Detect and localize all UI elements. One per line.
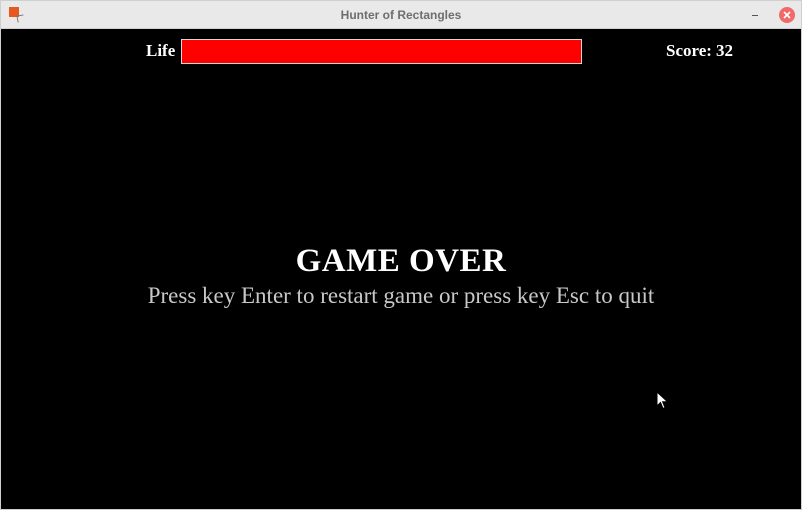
life-bar-fill (182, 40, 581, 63)
score-display: Score: 32 (666, 41, 733, 61)
life-label: Life (146, 41, 176, 60)
life-bar (181, 39, 582, 64)
title-bar[interactable]: Hunter of Rectangles (1, 1, 801, 29)
app-window: Hunter of Rectangles Life Score: 32 GAME … (0, 0, 802, 510)
score-label: Score: (666, 41, 712, 60)
mouse-cursor-icon (656, 391, 669, 410)
score-value: 32 (715, 41, 733, 60)
close-icon[interactable] (779, 7, 795, 23)
minimize-icon[interactable] (747, 7, 763, 23)
restart-instructions: Press key Enter to restart game or press… (147, 283, 655, 308)
game-over-title: GAME OVER (295, 243, 507, 279)
window-title: Hunter of Rectangles (340, 8, 462, 22)
game-canvas[interactable]: Life Score: 32 GAME OVER Press key Enter … (1, 29, 801, 509)
